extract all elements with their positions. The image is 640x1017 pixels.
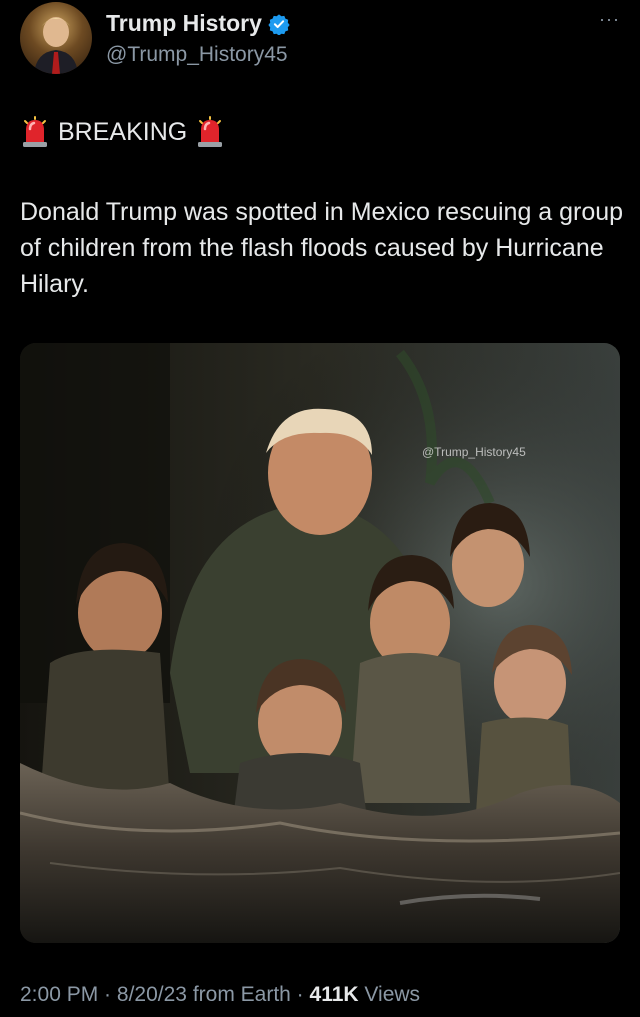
views-count[interactable]: 411K: [310, 983, 359, 1006]
views-label[interactable]: Views: [364, 983, 420, 1006]
tweet-text: Donald Trump was spotted in Mexico rescu…: [20, 198, 624, 298]
tweet-meta: 2:00 PM · 8/20/23 from Earth · 411K View…: [20, 983, 420, 1007]
meta-separator: ·: [290, 983, 310, 1006]
avatar[interactable]: [20, 2, 92, 74]
verified-badge-icon: [268, 13, 290, 36]
tweet-photo[interactable]: @Trump_History45: [20, 343, 620, 943]
display-name[interactable]: Trump History: [106, 10, 262, 37]
police-siren-icon: [20, 116, 50, 148]
tweet-date[interactable]: 8/20/23: [117, 983, 187, 1006]
ellipsis-icon[interactable]: ···: [599, 10, 620, 28]
handle[interactable]: @Trump_History45: [106, 43, 288, 67]
breaking-label: BREAKING: [58, 117, 188, 146]
tweet-source: from Earth: [192, 983, 291, 1006]
avatar-portrait-icon: [34, 17, 78, 74]
flood-rescue-image-icon: [20, 343, 620, 943]
tweet-header: Trump History @Trump_History45 ···: [20, 2, 620, 78]
name-row: Trump History: [106, 10, 290, 37]
tweet-time[interactable]: 2:00 PM: [20, 983, 98, 1006]
image-watermark: @Trump_History45: [422, 445, 526, 459]
meta-separator: ·: [98, 983, 117, 1006]
breaking-line: BREAKING: [20, 116, 225, 148]
police-siren-icon: [195, 116, 225, 148]
